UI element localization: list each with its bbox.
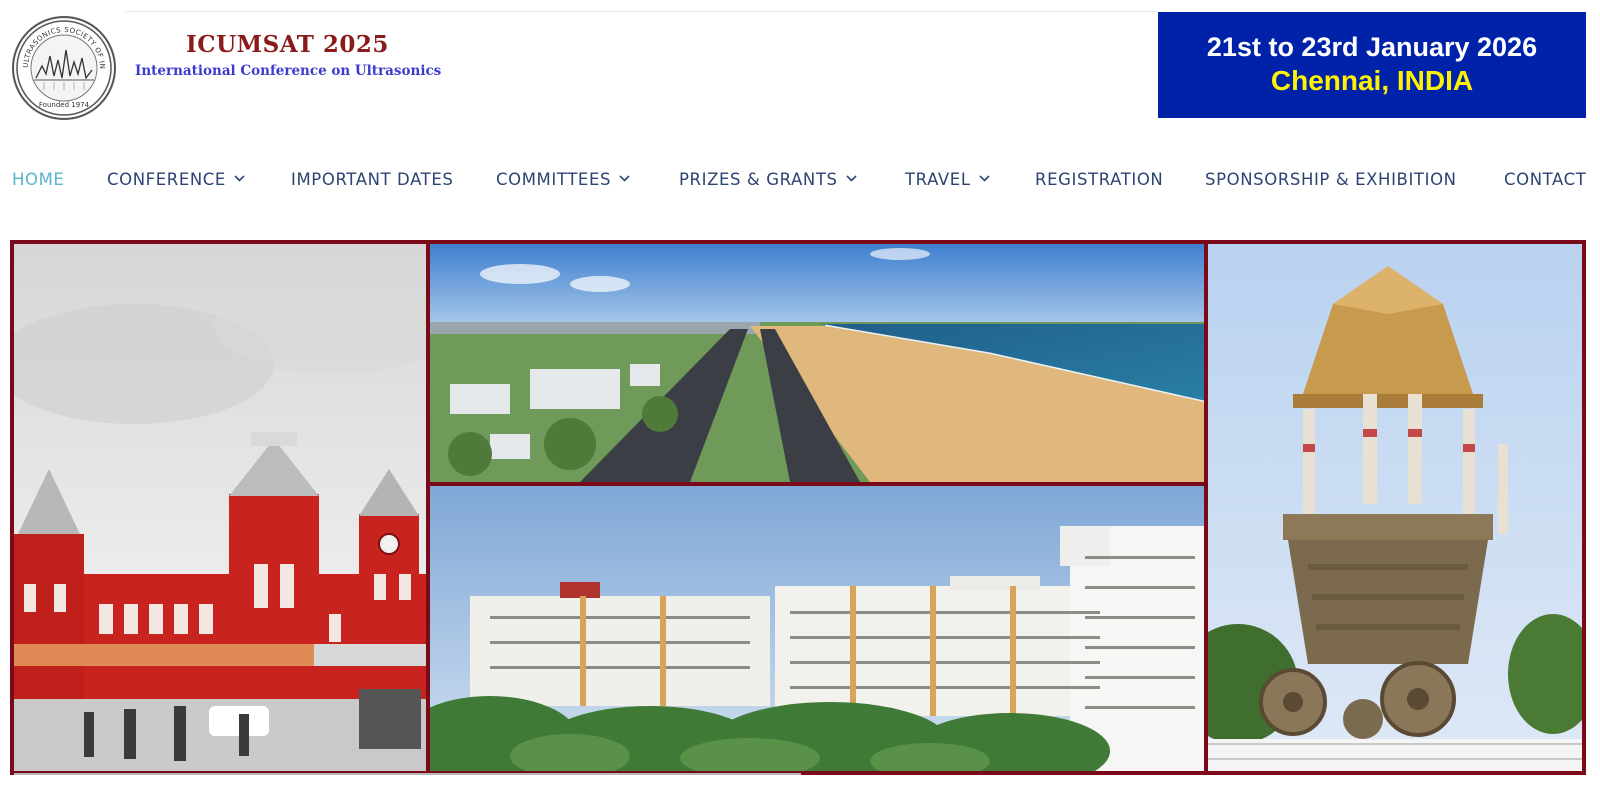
nav-item-important-dates[interactable]: IMPORTANT DATES bbox=[291, 164, 453, 196]
nav-item-label: REGISTRATION bbox=[1035, 170, 1164, 189]
chevron-down-icon bbox=[846, 175, 857, 182]
chevron-down-icon bbox=[619, 175, 630, 182]
ultrasonics-society-logo-icon: ULTRASONICS SOCIETY OF INDIA Founded 197… bbox=[14, 18, 112, 116]
chariot-illustration bbox=[1208, 244, 1582, 771]
nav-item-label: IMPORTANT DATES bbox=[291, 170, 454, 189]
beach-illustration bbox=[430, 244, 1204, 482]
site-title[interactable]: ICUMSAT 2025 bbox=[186, 31, 389, 58]
nav-item-prizes-grants[interactable]: PRIZES & GRANTS bbox=[679, 164, 857, 196]
banner-location: Chennai, INDIA bbox=[1270, 65, 1474, 96]
site-logo[interactable]: ULTRASONICS SOCIETY OF INDIA Founded 197… bbox=[12, 16, 116, 120]
logo-founded-text: Founded 1974 bbox=[39, 101, 90, 109]
nav-item-registration[interactable]: REGISTRATION bbox=[1035, 164, 1163, 196]
nav-item-label: SPONSORSHIP & EXHIBITION bbox=[1205, 170, 1457, 189]
nav-item-home[interactable]: HOME bbox=[12, 164, 64, 196]
header-top-rule bbox=[125, 11, 1157, 12]
nav-item-label: PRIZES & GRANTS bbox=[679, 170, 838, 189]
nav-item-label: COMMITTEES bbox=[496, 170, 612, 189]
page: ULTRASONICS SOCIETY OF INDIA Founded 197… bbox=[0, 0, 1600, 797]
site-subtitle: International Conference on Ultrasonics bbox=[135, 63, 442, 79]
campus-illustration bbox=[430, 486, 1204, 771]
chevron-down-icon bbox=[234, 175, 245, 182]
banner-dates: 21st to 23rd January 2026 bbox=[1206, 32, 1538, 62]
chennai-central-station-photo bbox=[14, 244, 426, 771]
date-location-banner: 21st to 23rd January 2026 Chennai, INDIA bbox=[1158, 12, 1586, 118]
chevron-down-icon bbox=[979, 175, 990, 182]
marina-beach-aerial-photo bbox=[430, 244, 1204, 482]
nav-item-committees[interactable]: COMMITTEES bbox=[496, 164, 630, 196]
main-navigation: HOME CONFERENCE IMPORTANT DATES COMMITTE… bbox=[0, 164, 1600, 196]
hero-photo-collage bbox=[10, 240, 1586, 775]
campus-buildings-photo bbox=[430, 486, 1204, 771]
station-illustration bbox=[14, 244, 426, 771]
nav-item-label: CONTACT bbox=[1504, 170, 1587, 189]
nav-item-sponsorship-exhibition[interactable]: SPONSORSHIP & EXHIBITION bbox=[1205, 164, 1457, 196]
nav-item-conference[interactable]: CONFERENCE bbox=[107, 164, 245, 196]
nav-item-label: CONFERENCE bbox=[107, 170, 226, 189]
valluvar-kottam-chariot-photo bbox=[1208, 244, 1582, 771]
nav-item-label: HOME bbox=[12, 170, 65, 189]
nav-item-contact[interactable]: CONTACT bbox=[1504, 164, 1586, 196]
collage-caption-rule bbox=[14, 773, 801, 775]
nav-item-travel[interactable]: TRAVEL bbox=[905, 164, 990, 196]
nav-item-label: TRAVEL bbox=[905, 170, 971, 189]
